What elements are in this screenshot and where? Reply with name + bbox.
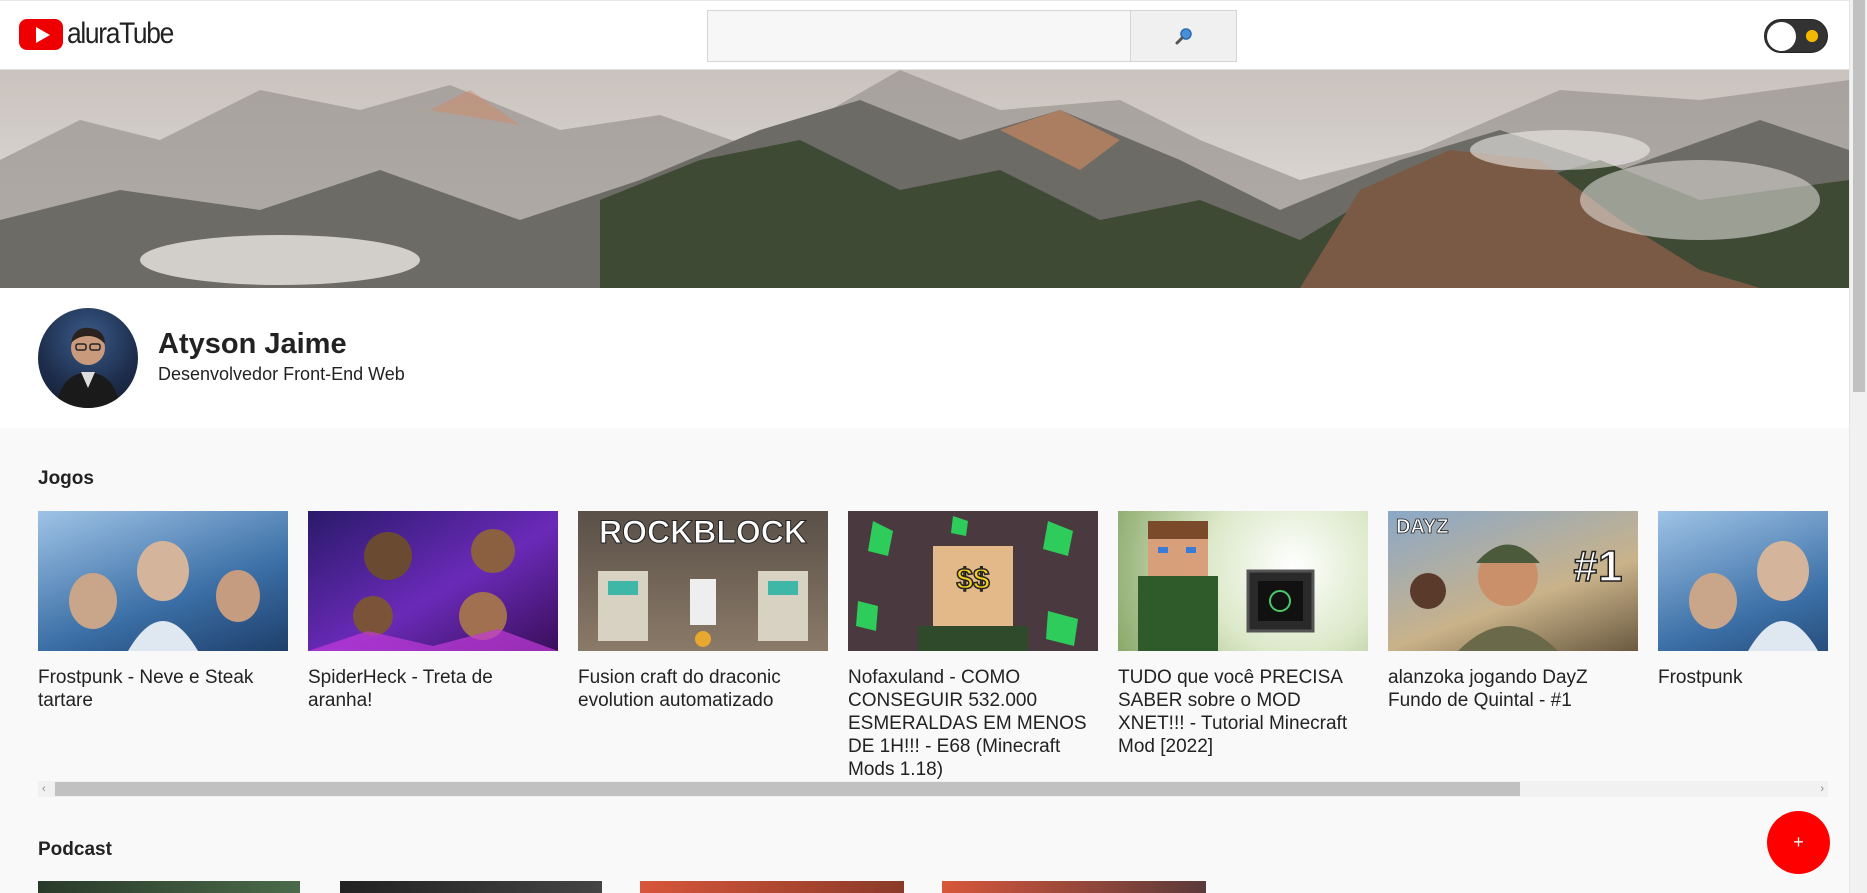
avatar[interactable] [38, 308, 138, 408]
youtube-play-icon [19, 18, 63, 50]
video-card[interactable]: ROCKBLOCK Fusion craft do draconic evolu… [578, 511, 828, 712]
scroll-left-icon[interactable]: ‹ [42, 783, 46, 795]
video-thumbnail[interactable] [38, 511, 288, 651]
section-title-podcast: Podcast [38, 839, 112, 860]
video-card[interactable]: Frostpunk - Neve e Steak tartare [38, 511, 288, 712]
video-thumbnail[interactable] [1658, 511, 1828, 651]
video-thumbnail[interactable] [308, 511, 558, 651]
video-card[interactable]: DAYZ #1 alanzoka jogando DayZ Fundo de Q… [1388, 511, 1638, 712]
search-bar [707, 10, 1237, 62]
video-thumbnail[interactable]: $$ [848, 511, 1098, 651]
video-thumbnail[interactable] [38, 881, 300, 893]
search-button[interactable] [1130, 11, 1236, 61]
video-title[interactable]: Fusion craft do draconic evolution autom… [578, 666, 818, 712]
channel-profile: Atyson Jaime Desenvolvedor Front-End Web [0, 288, 1849, 428]
scroll-right-icon[interactable]: › [1820, 783, 1824, 795]
video-thumbnail[interactable] [1118, 511, 1368, 651]
logo-text: aluraTube [67, 17, 174, 50]
scrollbar-thumb[interactable] [1853, 0, 1865, 392]
section-title-jogos: Jogos [38, 468, 94, 489]
video-title[interactable]: Frostpunk - Neve e Steak tartare [38, 666, 278, 712]
add-video-button[interactable]: + [1767, 811, 1830, 874]
video-card[interactable]: SpiderHeck - Treta de aranha! [308, 511, 558, 712]
video-title[interactable]: alanzoka jogando DayZ Fundo de Quintal -… [1388, 666, 1628, 712]
vertical-scrollbar[interactable] [1849, 0, 1867, 893]
video-card[interactable]: TUDO que você PRECISA SABER sobre o MOD … [1118, 511, 1368, 758]
video-title[interactable]: SpiderHeck - Treta de aranha! [308, 666, 548, 712]
sun-icon [1806, 30, 1818, 42]
thumbnail-text: DAYZ [1396, 516, 1449, 538]
horizontal-scrollbar[interactable]: ‹ › [38, 781, 1828, 797]
video-row-jogos: Frostpunk - Neve e Steak tartare SpiderH… [38, 511, 1828, 781]
theme-toggle[interactable] [1764, 19, 1828, 53]
video-thumbnail[interactable]: DAYZ #1 [1388, 511, 1638, 651]
channel-banner [0, 70, 1849, 288]
video-thumbnail[interactable] [340, 881, 602, 893]
video-thumbnail[interactable]: ROCKBLOCK [578, 511, 828, 651]
video-title[interactable]: Nofaxuland - COMO CONSEGUIR 532.000 ESME… [848, 666, 1088, 781]
video-thumbnail[interactable] [942, 881, 1206, 893]
search-input[interactable] [708, 11, 1130, 61]
toggle-knob [1767, 22, 1796, 51]
channel-description: Desenvolvedor Front-End Web [158, 364, 405, 384]
video-card[interactable]: $$ Nofaxuland - COMO CONSEGUIR 532.000 E… [848, 511, 1098, 781]
video-title[interactable]: Frostpunk [1658, 666, 1828, 689]
thumbnail-badge: #1 [1574, 542, 1623, 591]
video-title[interactable]: TUDO que você PRECISA SABER sobre o MOD … [1118, 666, 1358, 758]
search-icon [1175, 28, 1192, 45]
video-card[interactable]: Frostpunk [1658, 511, 1828, 689]
scrollbar-thumb[interactable] [55, 782, 1520, 796]
top-header: aluraTube [0, 0, 1849, 70]
logo[interactable]: aluraTube [19, 17, 187, 50]
thumbnail-text: $$ [956, 563, 990, 596]
video-thumbnail[interactable] [640, 881, 904, 893]
thumbnail-text: ROCKBLOCK [599, 514, 807, 550]
channel-name: Atyson Jaime [158, 328, 347, 360]
